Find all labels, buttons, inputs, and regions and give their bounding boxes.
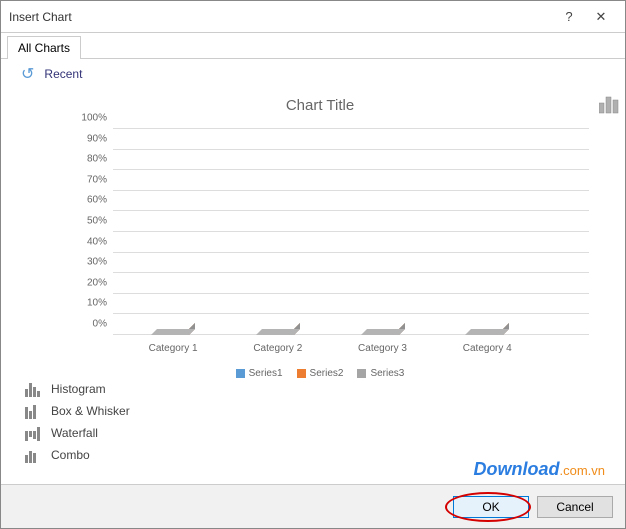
x-label: Category 4 bbox=[463, 343, 512, 354]
waterfall-icon bbox=[25, 425, 41, 441]
chart-type-waterfall[interactable]: Waterfall bbox=[25, 422, 130, 444]
chart-3d-icon[interactable] bbox=[597, 93, 619, 115]
help-button[interactable]: ? bbox=[553, 9, 585, 24]
chart-category-row: ↺ Recent bbox=[1, 59, 625, 89]
ok-button[interactable]: OK bbox=[453, 496, 529, 518]
column-1: Category 1 bbox=[151, 129, 195, 335]
chart-plot: 0%10%20%30%40%50%60%70%80%90%100%Categor… bbox=[113, 129, 589, 335]
legend-series3: Series3 bbox=[357, 368, 404, 379]
window-title: Insert Chart bbox=[9, 10, 553, 24]
legend-label: Series2 bbox=[310, 368, 344, 379]
legend-series1: Series1 bbox=[236, 368, 283, 379]
chart-type-list: Histogram Box & Whisker Waterfall Combo bbox=[25, 378, 130, 466]
legend-swatch bbox=[297, 369, 306, 378]
column-4: Category 4 bbox=[465, 129, 509, 335]
x-label: Category 2 bbox=[253, 343, 302, 354]
category-recent[interactable]: Recent bbox=[44, 67, 82, 81]
cancel-button[interactable]: Cancel bbox=[537, 496, 613, 518]
combo-icon bbox=[25, 447, 41, 463]
box-whisker-icon bbox=[25, 403, 41, 419]
y-tick-label: 50% bbox=[77, 216, 107, 227]
watermark: Download.com.vn bbox=[473, 459, 605, 480]
chart-type-histogram[interactable]: Histogram bbox=[25, 378, 130, 400]
y-tick-label: 0% bbox=[77, 319, 107, 330]
tab-all-charts[interactable]: All Charts bbox=[7, 36, 81, 59]
recent-icon: ↺ bbox=[21, 64, 34, 84]
x-label: Category 1 bbox=[149, 343, 198, 354]
y-tick-label: 90% bbox=[77, 133, 107, 144]
close-button[interactable]: ✕ bbox=[585, 9, 617, 25]
tab-strip: All Charts bbox=[1, 33, 625, 59]
x-label: Category 3 bbox=[358, 343, 407, 354]
legend-series2: Series2 bbox=[297, 368, 344, 379]
y-tick-label: 70% bbox=[77, 174, 107, 185]
chart-title: Chart Title bbox=[41, 93, 599, 122]
y-tick-label: 40% bbox=[77, 236, 107, 247]
y-tick-label: 80% bbox=[77, 154, 107, 165]
chart-preview[interactable]: Chart Title 0%10%20%30%40%50%60%70%80%90… bbox=[41, 93, 599, 383]
column-2: Category 2 bbox=[256, 129, 300, 335]
dialog-footer: OK Cancel bbox=[1, 484, 625, 528]
legend-label: Series3 bbox=[370, 368, 404, 379]
column-3: Category 3 bbox=[361, 129, 405, 335]
y-tick-label: 60% bbox=[77, 195, 107, 206]
y-tick-label: 30% bbox=[77, 257, 107, 268]
chart-type-box-whisker[interactable]: Box & Whisker bbox=[25, 400, 130, 422]
legend-label: Series1 bbox=[249, 368, 283, 379]
y-tick-label: 20% bbox=[77, 277, 107, 288]
histogram-icon bbox=[25, 381, 41, 397]
legend-swatch bbox=[236, 369, 245, 378]
chart-type-combo[interactable]: Combo bbox=[25, 444, 130, 466]
y-tick-label: 100% bbox=[77, 113, 107, 124]
y-tick-label: 10% bbox=[77, 298, 107, 309]
titlebar: Insert Chart ? ✕ bbox=[1, 1, 625, 33]
legend-swatch bbox=[357, 369, 366, 378]
